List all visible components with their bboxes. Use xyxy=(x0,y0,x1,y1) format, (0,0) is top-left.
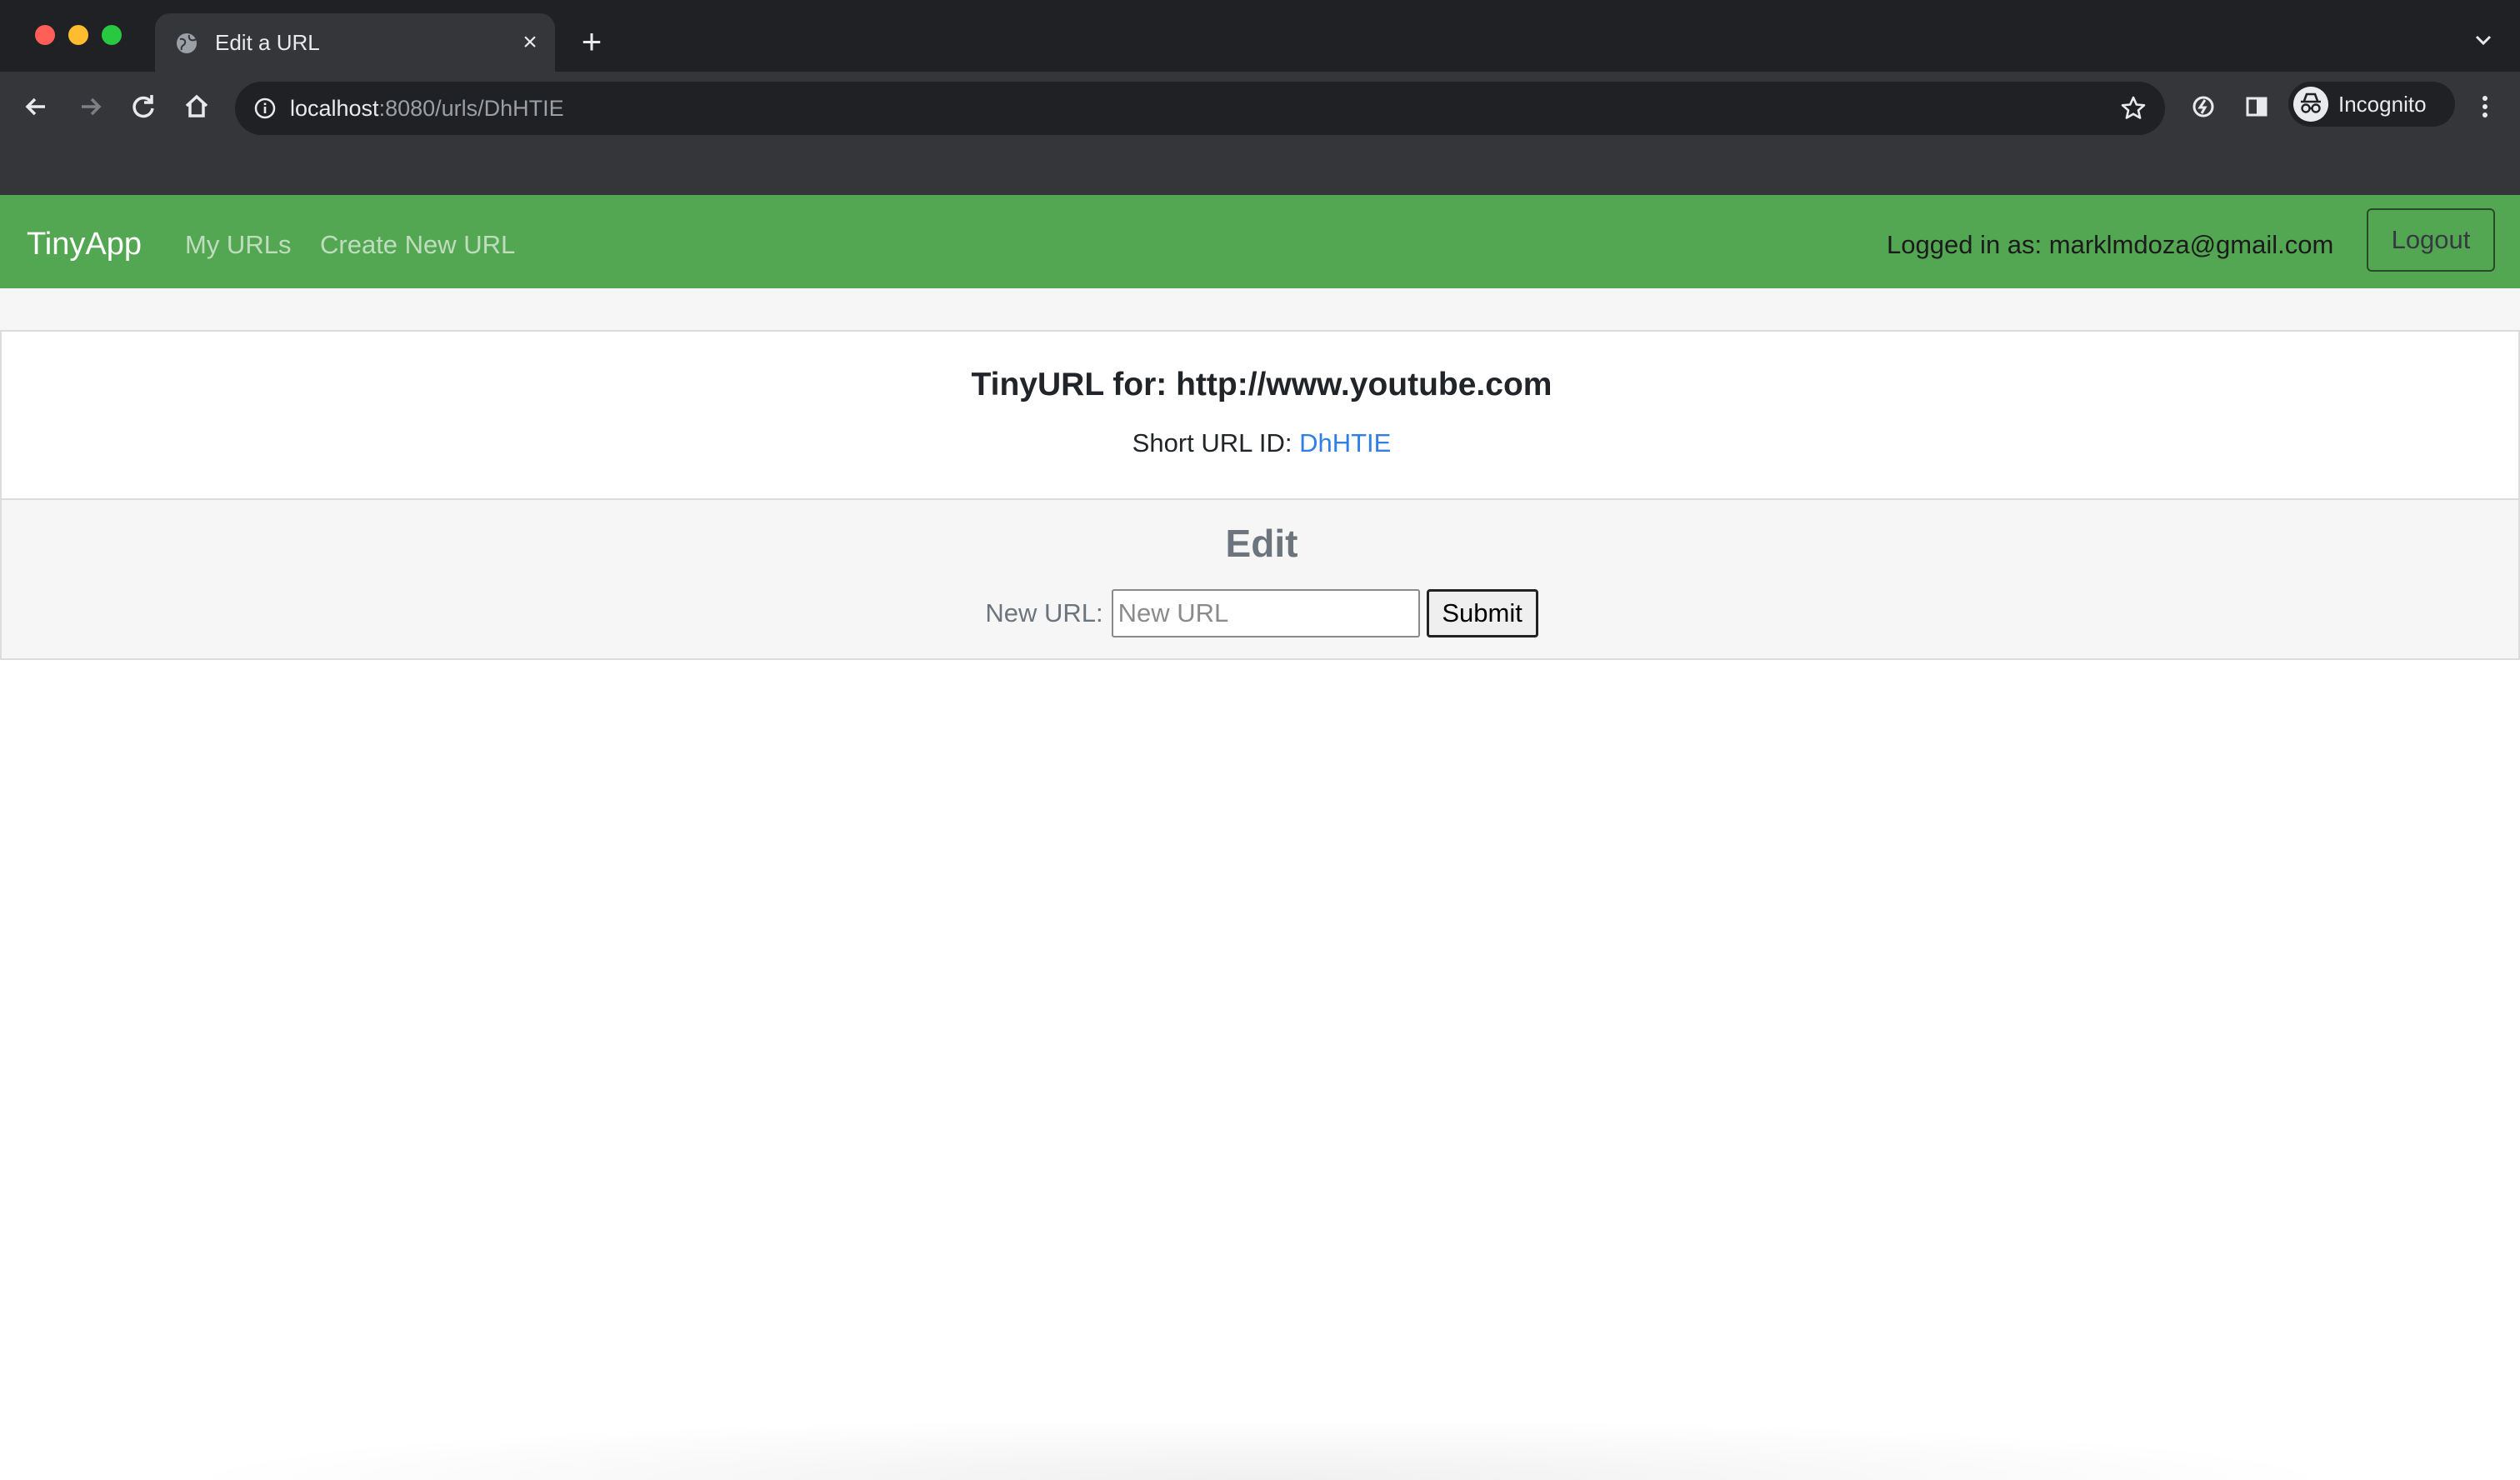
window-shadow xyxy=(167,1417,2353,1480)
side-panel-icon[interactable] xyxy=(2240,90,2273,123)
new-tab-button[interactable]: + xyxy=(575,24,608,59)
nav-my-urls[interactable]: My URLs xyxy=(185,228,291,262)
tab-bar: Edit a URL × + xyxy=(0,0,2520,72)
reload-icon[interactable] xyxy=(127,90,160,123)
maximize-window-button[interactable] xyxy=(102,25,122,45)
url-card: TinyURL for: http://www.youtube.com Shor… xyxy=(0,332,2520,498)
new-url-input[interactable] xyxy=(1111,589,1420,638)
new-url-label: New URL: xyxy=(985,598,1103,628)
address-bar[interactable]: localhost:8080/urls/DhHTIE xyxy=(235,82,2165,135)
incognito-badge[interactable]: Incognito xyxy=(2288,82,2455,127)
nav-create-new-url[interactable]: Create New URL xyxy=(320,228,515,262)
short-url-link[interactable]: DhHTIE xyxy=(1299,428,1391,458)
minimize-window-button[interactable] xyxy=(68,25,88,45)
short-url-line: Short URL ID: DhHTIE xyxy=(2,427,2520,460)
url-host: localhost xyxy=(290,96,379,121)
short-url-label: Short URL ID: xyxy=(1132,428,1300,458)
forward-icon[interactable] xyxy=(73,90,107,123)
edit-heading: Edit xyxy=(1225,522,1298,565)
incognito-label: Incognito xyxy=(2338,92,2427,117)
star-icon[interactable] xyxy=(2118,93,2148,123)
edit-section: Edit New URL: Submit xyxy=(0,498,2520,660)
globe-icon xyxy=(177,33,197,53)
info-icon[interactable] xyxy=(252,95,278,122)
submit-button[interactable]: Submit xyxy=(1426,589,1538,638)
tab-close-icon[interactable]: × xyxy=(517,29,543,56)
back-icon[interactable] xyxy=(20,90,53,123)
browser-toolbar: localhost:8080/urls/DhHTIE Incognito xyxy=(0,72,2520,195)
incognito-icon xyxy=(2293,87,2328,122)
brand-link[interactable]: TinyApp xyxy=(27,225,142,263)
url-text: localhost:8080/urls/DhHTIE xyxy=(290,93,564,123)
tab-title: Edit a URL xyxy=(215,30,320,55)
close-window-button[interactable] xyxy=(35,25,55,45)
menu-icon[interactable] xyxy=(2468,90,2502,123)
logout-button[interactable]: Logout xyxy=(2367,208,2495,272)
card-title: TinyURL for: http://www.youtube.com xyxy=(971,367,1552,402)
extensions-icon[interactable] xyxy=(2187,90,2220,123)
home-icon[interactable] xyxy=(180,90,213,123)
edit-form: New URL: Submit xyxy=(2,588,2520,638)
active-tab[interactable]: Edit a URL × xyxy=(155,13,555,72)
tab-search-icon[interactable] xyxy=(2468,25,2498,55)
logged-in-text: Logged in as: marklmdoza@gmail.com xyxy=(1887,230,2334,259)
app-navbar: TinyApp My URLs Create New URL Logged in… xyxy=(0,195,2520,288)
browser-window: Edit a URL × + localhost:8080/urls/DhHTI… xyxy=(0,0,2520,1480)
card-header xyxy=(0,288,2520,332)
url-path: :8080/urls/DhHTIE xyxy=(378,96,564,121)
